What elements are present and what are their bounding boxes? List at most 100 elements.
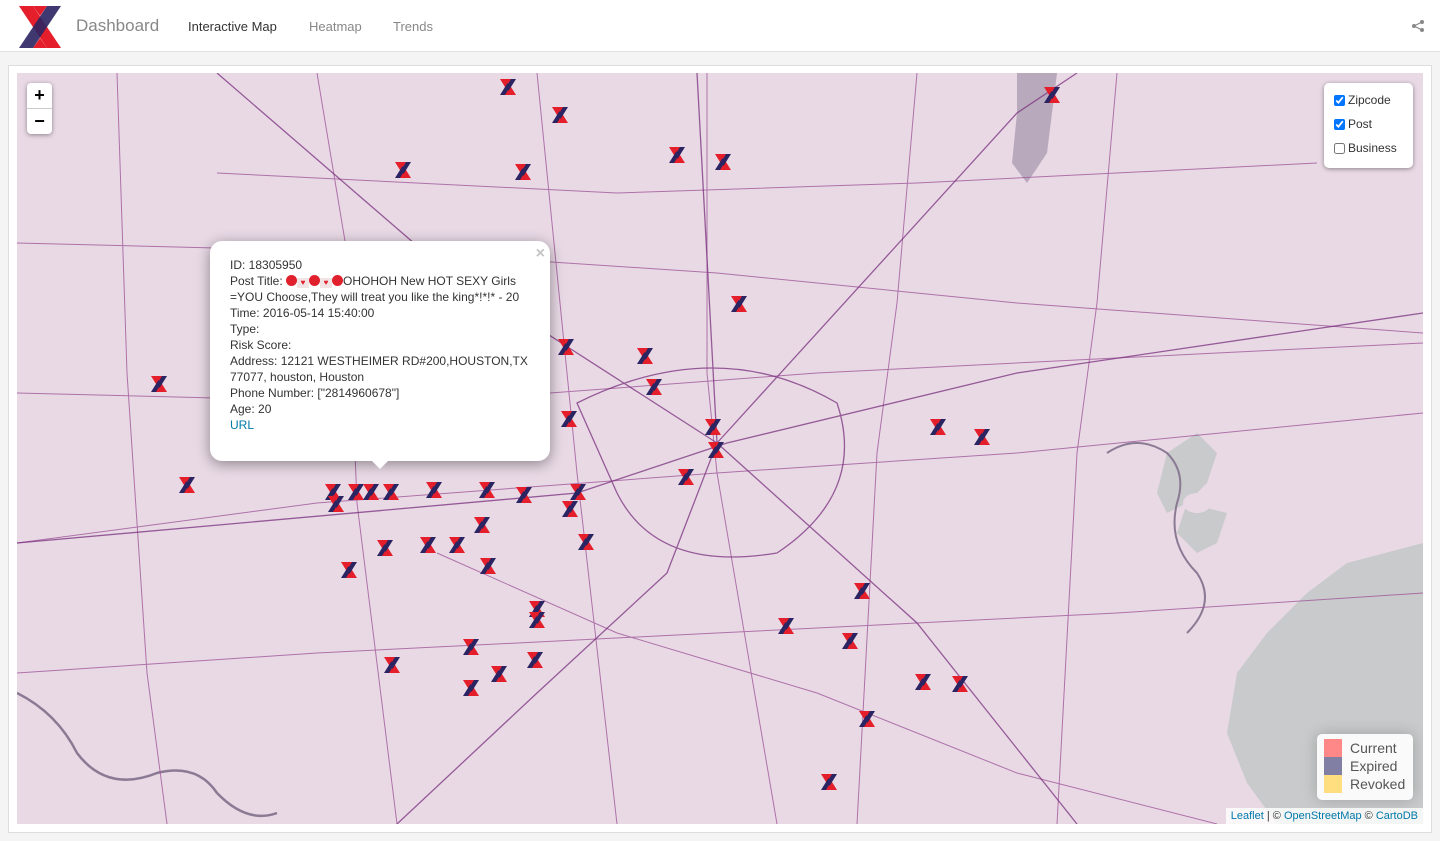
post-marker-icon[interactable]	[462, 679, 480, 697]
layer-post-checkbox[interactable]	[1334, 119, 1345, 130]
post-marker-icon[interactable]	[577, 533, 595, 551]
post-marker-icon[interactable]	[462, 638, 480, 656]
post-marker-icon[interactable]	[394, 161, 412, 179]
post-marker-icon[interactable]	[382, 483, 400, 501]
layer-zipcode-label: Zipcode	[1348, 93, 1391, 107]
zoom-in-button[interactable]: +	[27, 83, 52, 109]
red-circle-emoji-icon	[286, 275, 298, 286]
post-marker-icon[interactable]	[973, 428, 991, 446]
post-marker-icon[interactable]	[448, 536, 466, 554]
post-marker-icon[interactable]	[499, 78, 517, 96]
post-marker-icon[interactable]	[820, 773, 838, 791]
post-marker-icon[interactable]	[561, 500, 579, 518]
share-icon[interactable]	[1412, 20, 1424, 32]
cartodb-link[interactable]: CartoDB	[1376, 810, 1418, 822]
post-marker-icon[interactable]	[376, 539, 394, 557]
post-marker-icon[interactable]	[327, 495, 345, 513]
post-marker-icon[interactable]	[730, 295, 748, 313]
popup-risk-score: Risk Score:	[230, 338, 292, 352]
legend-expired: Expired	[1324, 757, 1397, 775]
nav-heatmap[interactable]: Heatmap	[309, 19, 362, 34]
post-marker-icon[interactable]	[569, 483, 587, 501]
post-marker-icon[interactable]	[551, 106, 569, 124]
post-marker-icon[interactable]	[914, 673, 932, 691]
red-circle-emoji-icon	[332, 275, 344, 286]
legend-revoked-swatch	[1324, 775, 1342, 793]
legend-current-swatch	[1324, 739, 1342, 757]
post-marker-icon[interactable]	[526, 651, 544, 669]
popup-title: Post Title: ♥ ♥ OHOHOH New HOT SEXY Girls …	[230, 273, 530, 305]
popup-phone: Phone Number: ["2814960678"]	[230, 386, 400, 400]
popup-age: Age: 20	[230, 402, 272, 416]
post-marker-icon[interactable]	[178, 476, 196, 494]
map-attribution: Leaflet | © OpenStreetMap © CartoDB	[1225, 808, 1423, 824]
map-legend: Current Expired Revoked	[1317, 734, 1413, 800]
leaflet-link[interactable]: Leaflet	[1231, 810, 1264, 822]
post-marker-icon[interactable]	[929, 418, 947, 436]
post-marker-icon[interactable]	[560, 410, 578, 428]
post-marker-icon[interactable]	[515, 486, 533, 504]
post-marker-icon[interactable]	[707, 441, 725, 459]
post-marker-icon[interactable]	[677, 468, 695, 486]
post-marker-icon[interactable]	[479, 557, 497, 575]
post-marker-icon[interactable]	[668, 146, 686, 164]
post-marker-icon[interactable]	[362, 483, 380, 501]
post-marker-icon[interactable]	[645, 378, 663, 396]
post-marker-icon[interactable]	[340, 561, 358, 579]
post-marker-icon[interactable]	[478, 481, 496, 499]
layer-zipcode[interactable]: Zipcode	[1334, 93, 1391, 107]
popup-time: Time: 2016-05-14 15:40:00	[230, 306, 375, 320]
post-marker-icon[interactable]	[636, 347, 654, 365]
attribution-sep-2: ©	[1361, 810, 1376, 822]
layer-zipcode-checkbox[interactable]	[1334, 95, 1345, 106]
legend-expired-swatch	[1324, 757, 1342, 775]
heart-emoji-icon: ♥	[320, 278, 333, 288]
post-marker-icon[interactable]	[419, 536, 437, 554]
post-marker-icon[interactable]	[528, 611, 546, 629]
post-marker-icon[interactable]	[714, 153, 732, 171]
layer-business-label: Business	[1348, 141, 1397, 155]
post-marker-icon[interactable]	[383, 656, 401, 674]
popup-close-button[interactable]: ×	[536, 245, 545, 263]
post-marker-icon[interactable]	[858, 710, 876, 728]
layer-post[interactable]: Post	[1334, 117, 1372, 131]
zoom-out-button[interactable]: −	[27, 109, 52, 134]
popup-title-label: Post Title:	[230, 274, 287, 288]
osm-link[interactable]: OpenStreetMap	[1284, 810, 1362, 822]
river-west	[17, 691, 278, 818]
legend-current: Current	[1324, 739, 1397, 757]
popup-id: ID: 18305950	[230, 258, 303, 272]
interactive-map[interactable]: + − Zipcode Post Business Current Expire…	[17, 73, 1423, 824]
post-marker-icon[interactable]	[841, 632, 859, 650]
post-marker-icon[interactable]	[704, 418, 722, 436]
layer-business[interactable]: Business	[1334, 141, 1397, 155]
post-marker-icon[interactable]	[853, 582, 871, 600]
post-marker-icon[interactable]	[557, 338, 575, 356]
brand-title[interactable]: Dashboard	[76, 16, 159, 36]
post-popup: × ID: 18305950 Post Title: ♥ ♥ OHOHOH New …	[210, 241, 550, 469]
legend-current-label: Current	[1350, 740, 1397, 756]
attribution-sep-1: | ©	[1263, 810, 1284, 822]
post-marker-icon[interactable]	[473, 516, 491, 534]
popup-url-link[interactable]: URL	[230, 418, 254, 432]
legend-revoked-label: Revoked	[1350, 776, 1406, 792]
popup-type: Type:	[230, 322, 260, 336]
post-marker-icon[interactable]	[514, 163, 532, 181]
layer-business-checkbox[interactable]	[1334, 143, 1345, 154]
layer-control: Zipcode Post Business	[1324, 83, 1413, 168]
nav-trends[interactable]: Trends	[393, 19, 433, 34]
post-marker-icon[interactable]	[150, 375, 168, 393]
top-navbar: Dashboard Interactive Map Heatmap Trends	[0, 0, 1440, 52]
nav-interactive-map[interactable]: Interactive Map	[188, 19, 277, 34]
post-marker-icon[interactable]	[951, 675, 969, 693]
popup-tip	[370, 459, 390, 469]
post-marker-icon[interactable]	[490, 665, 508, 683]
post-marker-icon[interactable]	[777, 617, 795, 635]
post-marker-icon[interactable]	[425, 481, 443, 499]
popup-address: Address: 12121 WESTHEIMER RD#200,HOUSTON…	[230, 354, 528, 384]
heart-emoji-icon: ♥	[297, 278, 310, 288]
layer-post-label: Post	[1348, 117, 1373, 131]
legend-expired-label: Expired	[1350, 758, 1398, 774]
post-marker-icon[interactable]	[1043, 86, 1061, 104]
brand-logo-icon[interactable]	[17, 4, 63, 50]
